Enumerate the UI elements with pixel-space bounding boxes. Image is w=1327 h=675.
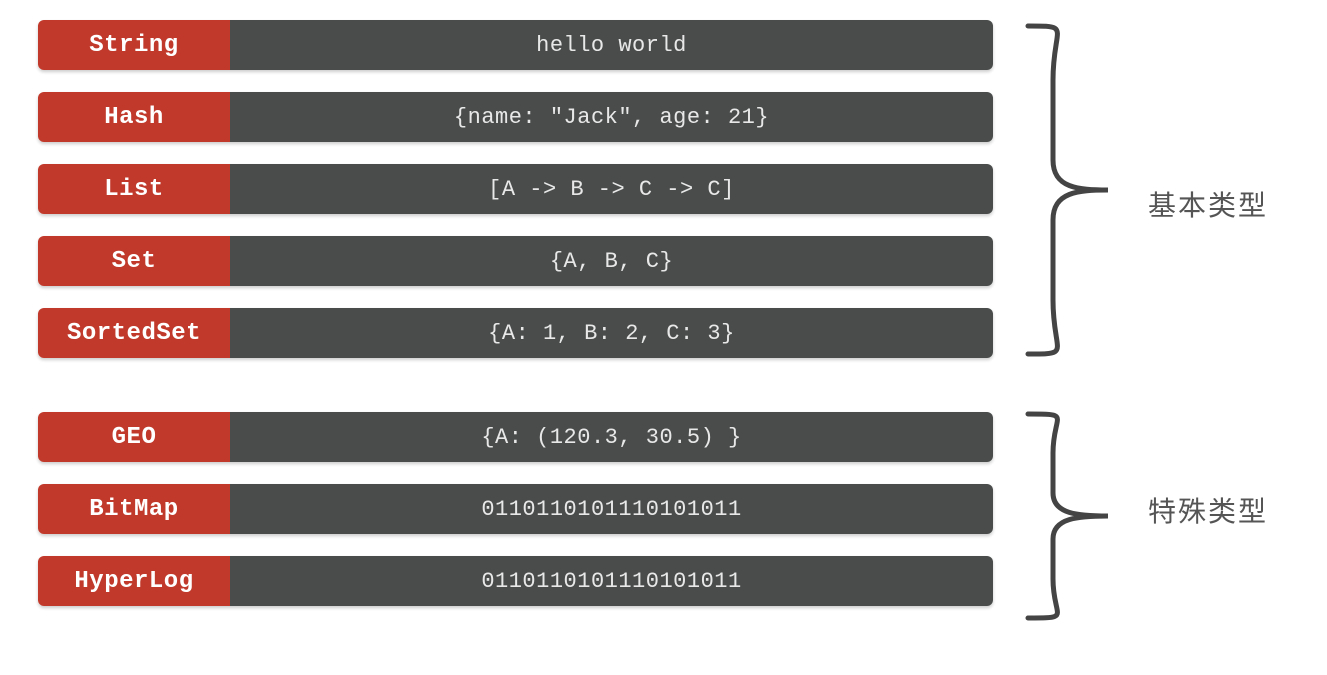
type-value: 0110110101110101011: [230, 556, 993, 606]
type-row-hyperlog: HyperLog 0110110101110101011: [38, 556, 993, 606]
type-name: Hash: [38, 92, 230, 142]
type-value: 0110110101110101011: [230, 484, 993, 534]
group-label-basic: 基本类型: [1148, 184, 1268, 224]
type-row-string: String hello world: [38, 20, 993, 70]
type-name: Set: [38, 236, 230, 286]
type-value: {A, B, C}: [230, 236, 993, 286]
type-row-list: List [A -> B -> C -> C]: [38, 164, 993, 214]
type-name: GEO: [38, 412, 230, 462]
type-value: {A: 1, B: 2, C: 3}: [230, 308, 993, 358]
group-label-special: 特殊类型: [1148, 490, 1268, 530]
type-value: {name: "Jack", age: 21}: [230, 92, 993, 142]
type-value: {A: (120.3, 30.5) }: [230, 412, 993, 462]
type-name: BitMap: [38, 484, 230, 534]
type-name: String: [38, 20, 230, 70]
type-name: List: [38, 164, 230, 214]
type-row-geo: GEO {A: (120.3, 30.5) }: [38, 412, 993, 462]
type-value: hello world: [230, 20, 993, 70]
type-name: SortedSet: [38, 308, 230, 358]
type-name: HyperLog: [38, 556, 230, 606]
group-divider: [38, 380, 993, 390]
type-row-hash: Hash {name: "Jack", age: 21}: [38, 92, 993, 142]
brace-basic-icon: [1018, 20, 1128, 360]
type-row-set: Set {A, B, C}: [38, 236, 993, 286]
type-row-sortedset: SortedSet {A: 1, B: 2, C: 3}: [38, 308, 993, 358]
brace-special-icon: [1018, 408, 1128, 624]
type-value: [A -> B -> C -> C]: [230, 164, 993, 214]
type-rows-container: String hello world Hash {name: "Jack", a…: [38, 20, 993, 606]
type-row-bitmap: BitMap 0110110101110101011: [38, 484, 993, 534]
